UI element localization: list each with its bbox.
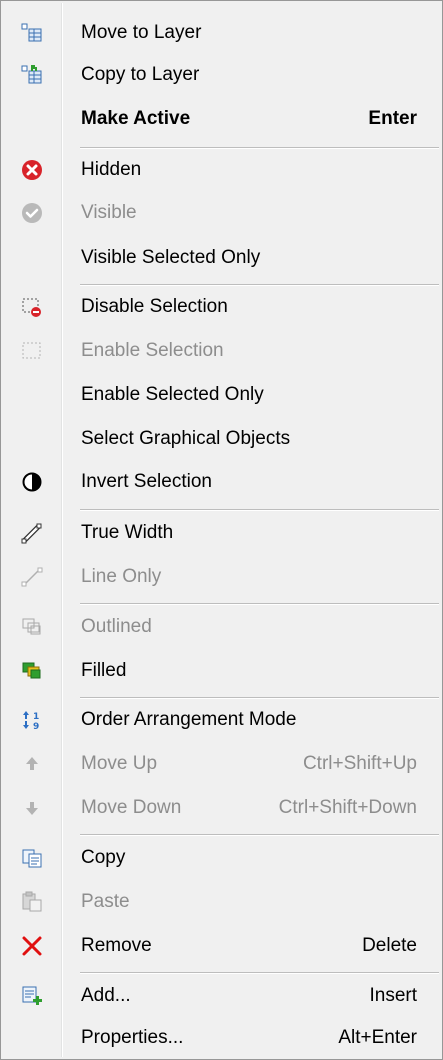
move-to-layer-icon [20,21,44,45]
enable-selection-icon [20,339,44,363]
menu-item-hidden[interactable]: Hidden [4,149,439,191]
menu-label: Move Down [81,797,182,818]
menu-label: Invert Selection [81,471,212,492]
menu-label: Remove [81,935,152,956]
menu-item-filled[interactable]: Filled [4,650,439,692]
menu-item-move-up: Move Up Ctrl+Shift+Up [4,743,439,785]
menu-separator [80,603,439,605]
layer-context-menu: Move to Layer Copy to Layer Make Active … [0,0,443,1060]
visible-icon [20,201,44,225]
menu-item-move-down: Move Down Ctrl+Shift+Down [4,787,439,829]
menu-label: Disable Selection [81,296,228,317]
menu-item-outlined: Outlined [4,606,439,648]
menu-label: Hidden [81,159,142,180]
menu-label: Paste [81,891,130,912]
menu-separator [80,972,439,974]
menu-item-move-to-layer[interactable]: Move to Layer [4,12,439,54]
svg-text:1: 1 [33,712,39,722]
menu-label: Add... [81,985,131,1006]
menu-label: Properties... [81,1027,184,1048]
menu-label: Enable Selection [81,340,224,361]
menu-label: Enable Selected Only [81,384,264,405]
menu-item-visible: Visible [4,192,439,234]
menu-item-visible-selected-only[interactable]: Visible Selected Only [4,237,439,279]
menu-shortcut: Insert [369,985,417,1006]
menu-label: Copy to Layer [81,64,200,85]
menu-label: Move Up [81,753,158,774]
menu-label: Filled [81,660,127,681]
menu-label: Outlined [81,616,152,637]
menu-item-select-graphical-objects[interactable]: Select Graphical Objects [4,418,439,460]
menu-item-true-width[interactable]: True Width [4,512,439,554]
true-width-icon [20,521,44,545]
copy-icon [20,846,44,870]
outlined-icon [20,615,44,639]
menu-label: Order Arrangement Mode [81,709,297,730]
menu-separator [80,834,439,836]
menu-label: Line Only [81,566,162,587]
menu-label: Make Active [81,108,191,129]
menu-label: Visible [81,202,137,223]
menu-shortcut: Ctrl+Shift+Up [302,753,417,774]
order-arrangement-icon: 19 [20,708,44,732]
menu-separator [80,509,439,511]
menu-item-make-active[interactable]: Make Active Enter [4,98,439,140]
copy-to-layer-icon [20,63,44,87]
menu-item-paste: Paste [4,881,439,923]
menu-shortcut: Alt+Enter [338,1027,417,1048]
menu-item-copy[interactable]: Copy [4,837,439,879]
menu-shortcut: Delete [362,935,417,956]
menu-item-add[interactable]: Add... Insert [4,975,439,1017]
menu-shortcut: Ctrl+Shift+Down [278,797,417,818]
menu-item-enable-selected-only[interactable]: Enable Selected Only [4,374,439,416]
remove-icon [20,934,44,958]
disable-selection-icon [20,295,44,319]
menu-item-copy-to-layer[interactable]: Copy to Layer [4,54,439,96]
menu-item-remove[interactable]: Remove Delete [4,925,439,967]
menu-item-enable-selection: Enable Selection [4,330,439,372]
invert-selection-icon [20,470,44,494]
menu-item-disable-selection[interactable]: Disable Selection [4,286,439,328]
menu-item-properties[interactable]: Properties... Alt+Enter [4,1017,439,1059]
menu-label: Copy [81,847,126,868]
menu-label: Select Graphical Objects [81,428,291,449]
menu-label: Move to Layer [81,22,202,43]
move-up-icon [20,752,44,776]
move-down-icon [20,796,44,820]
menu-label: True Width [81,522,174,543]
menu-shortcut: Enter [368,108,417,129]
menu-item-line-only: Line Only [4,556,439,598]
menu-item-order-arrangement-mode[interactable]: 19 Order Arrangement Mode [4,699,439,741]
line-only-icon [20,565,44,589]
svg-text:9: 9 [33,722,39,732]
menu-label: Visible Selected Only [81,247,261,268]
menu-item-invert-selection[interactable]: Invert Selection [4,461,439,503]
filled-icon [20,659,44,683]
paste-icon [20,890,44,914]
hidden-icon [20,158,44,182]
add-icon [20,984,44,1008]
